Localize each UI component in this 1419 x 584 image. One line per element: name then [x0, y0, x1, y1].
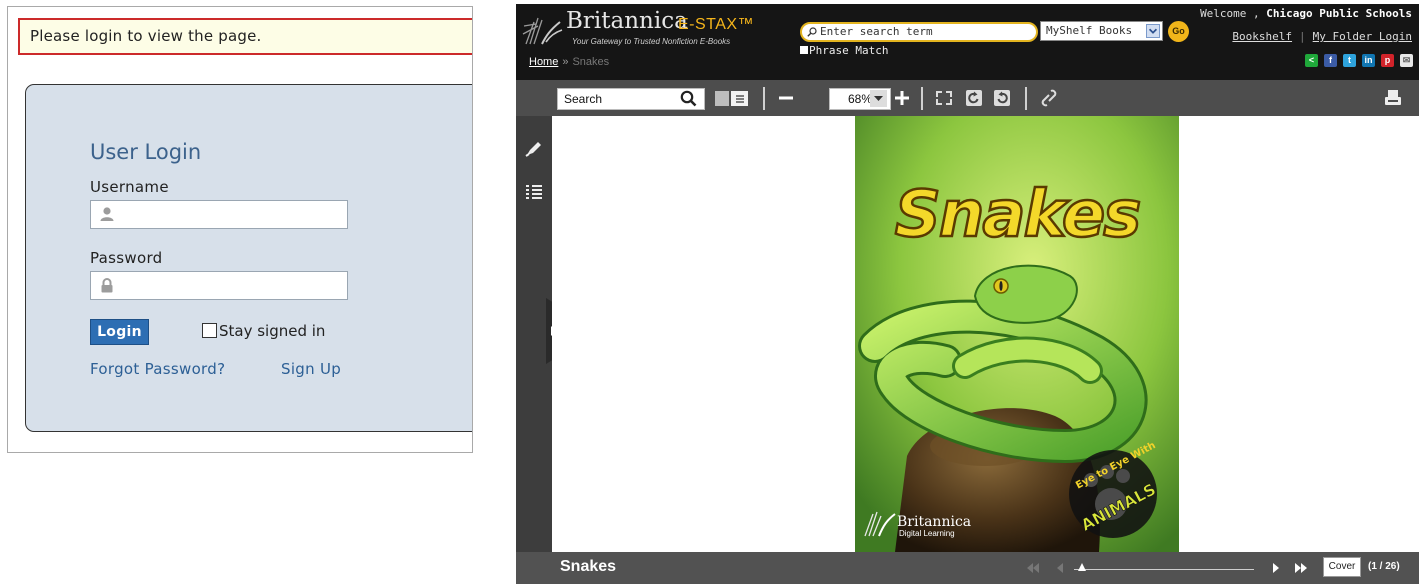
toolbar-divider: [921, 87, 923, 110]
pinterest-icon[interactable]: p: [1381, 54, 1394, 67]
link-icon[interactable]: [1040, 87, 1058, 109]
rotate-icon[interactable]: [964, 87, 984, 109]
book-cover[interactable]: Snakes Eye to Eye With ANIMALS Britannic…: [855, 116, 1179, 552]
page-slider-track[interactable]: [1074, 569, 1254, 570]
phrase-match-label: Phrase Match: [809, 44, 889, 57]
bookshelf-link[interactable]: Bookshelf: [1232, 30, 1292, 43]
publisher-name: Britannica: [897, 514, 971, 530]
first-page-icon[interactable]: [1026, 562, 1040, 574]
password-label: Password: [90, 249, 163, 267]
login-title: User Login: [90, 140, 202, 164]
search-icon[interactable]: [680, 90, 697, 107]
sign-up-link[interactable]: Sign Up: [281, 360, 341, 378]
breadcrumb-current: Snakes: [572, 56, 610, 68]
page-slider-handle[interactable]: [1077, 562, 1087, 572]
contents-icon[interactable]: [524, 182, 544, 202]
viewer-toolbar: Search 68%: [516, 80, 1419, 116]
britannica-thistle-logo: [522, 17, 563, 45]
zoom-out-icon[interactable]: [778, 87, 794, 109]
welcome-prefix: Welcome ,: [1200, 7, 1267, 20]
zoom-in-icon[interactable]: [894, 87, 910, 109]
twitter-icon[interactable]: t: [1343, 54, 1356, 67]
site-search-placeholder: Enter search term: [820, 25, 933, 38]
password-field[interactable]: [90, 271, 348, 300]
facebook-icon[interactable]: f: [1324, 54, 1337, 67]
two-page-icon[interactable]: [730, 87, 750, 109]
go-button[interactable]: Go: [1168, 21, 1189, 42]
login-button[interactable]: Login: [90, 319, 149, 345]
stay-signed-in-option[interactable]: Stay signed in: [202, 322, 325, 340]
cover-title: Snakes: [895, 178, 1140, 252]
username-label: Username: [90, 178, 169, 196]
search-scope-select[interactable]: MyShelf Books: [1040, 21, 1163, 41]
publisher-sub: Digital Learning: [899, 529, 955, 538]
previous-page-icon[interactable]: [1056, 562, 1064, 574]
site-header: Britannica E-STAX™ Your Gateway to Trust…: [516, 4, 1419, 80]
share-icon[interactable]: <: [1305, 54, 1318, 67]
search-icon: [807, 27, 817, 37]
breadcrumb-home-link[interactable]: Home: [529, 56, 558, 68]
book-search-value: Search: [564, 92, 603, 106]
forgot-password-link[interactable]: Forgot Password?: [90, 360, 225, 378]
welcome-user: Chicago Public Schools: [1266, 7, 1412, 20]
phrase-match-checkbox[interactable]: [800, 46, 808, 54]
site-search-input[interactable]: Enter search term: [800, 22, 1038, 42]
brand-tagline: Your Gateway to Trusted Nonfiction E-Boo…: [572, 37, 731, 46]
highlight-icon[interactable]: [524, 138, 544, 158]
my-folder-login-link[interactable]: My Folder Login: [1313, 30, 1412, 43]
viewer-footer: Snakes Cover (1 / 26): [516, 552, 1419, 584]
toolbar-divider: [1025, 87, 1027, 110]
last-page-icon[interactable]: [1294, 562, 1308, 574]
chevron-down-icon[interactable]: [870, 90, 887, 107]
chevron-down-icon: [1146, 24, 1160, 38]
username-field[interactable]: [90, 200, 348, 229]
ebook-viewer: Britannica E-STAX™ Your Gateway to Trust…: [516, 4, 1419, 584]
stay-signed-in-checkbox[interactable]: [202, 323, 217, 338]
brand-name: Britannica: [566, 8, 688, 34]
linkedin-icon[interactable]: in: [1362, 54, 1375, 67]
breadcrumb: Home » Snakes: [529, 56, 609, 68]
page-canvas: Snakes Eye to Eye With ANIMALS Britannic…: [552, 116, 1419, 552]
stay-signed-in-label: Stay signed in: [219, 322, 326, 340]
login-form: User Login Username Password Login Stay …: [25, 84, 472, 432]
cover-button[interactable]: Cover: [1323, 557, 1361, 577]
breadcrumb-separator: »: [562, 56, 569, 68]
welcome-message: Welcome , Chicago Public Schools: [1200, 7, 1412, 20]
book-title: Snakes: [560, 558, 617, 575]
email-icon[interactable]: ✉: [1400, 54, 1413, 67]
next-page-icon[interactable]: [1272, 562, 1280, 574]
phrase-match-option[interactable]: Phrase Match: [800, 44, 888, 57]
product-name: E-STAX™: [678, 16, 755, 33]
single-page-icon[interactable]: [714, 87, 730, 109]
toolbar-divider: [763, 87, 765, 110]
login-panel: Please login to view the page. User Logi…: [7, 6, 473, 453]
account-links: Bookshelf | My Folder Login: [1232, 30, 1412, 43]
page-count: (1 / 26): [1368, 561, 1400, 572]
user-icon: [100, 207, 114, 221]
login-required-message: Please login to view the page.: [18, 18, 472, 55]
lock-icon: [101, 278, 113, 293]
fullscreen-icon[interactable]: [934, 87, 954, 109]
rotate-back-icon[interactable]: [992, 87, 1012, 109]
search-scope-value: MyShelf Books: [1046, 24, 1133, 37]
share-bar: < f t in p ✉: [1305, 54, 1413, 68]
print-icon[interactable]: [1383, 87, 1403, 109]
